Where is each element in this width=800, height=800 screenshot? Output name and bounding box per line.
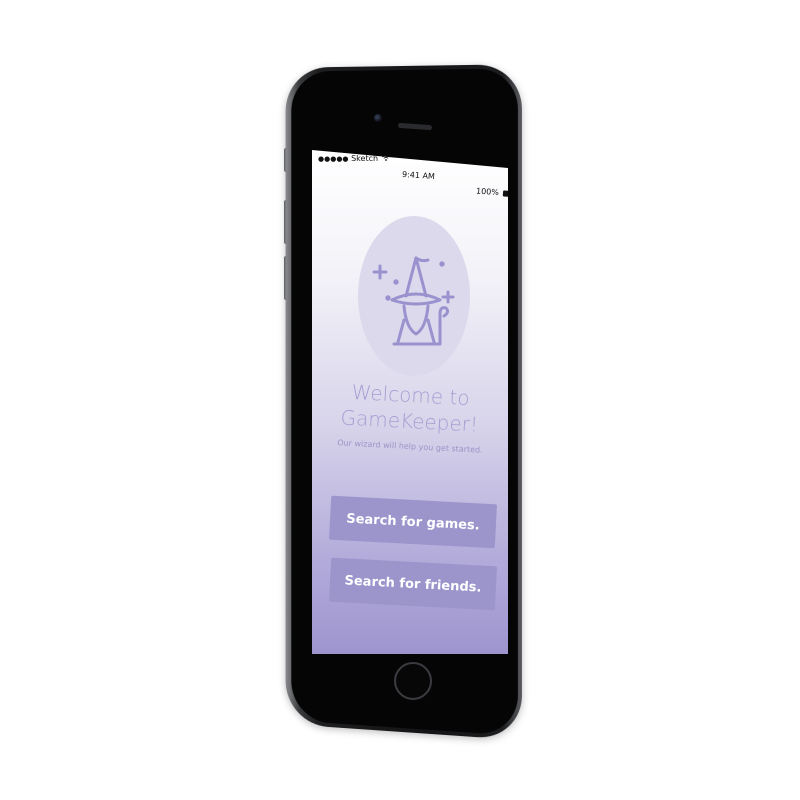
battery-indicator: 100%	[476, 187, 508, 199]
search-games-button[interactable]: Search for games.	[328, 495, 498, 549]
welcome-title: Welcome to GameKeeper!	[312, 377, 508, 439]
welcome-subtitle: Our wizard will help you get started.	[337, 438, 483, 455]
front-camera-icon	[374, 114, 382, 122]
battery-icon	[503, 189, 508, 197]
hero-badge	[358, 216, 470, 376]
search-friends-button[interactable]: Search for friends.	[328, 557, 498, 611]
wizard-icon	[366, 236, 462, 356]
device-mockup: ●●●●● Sketch 9:41 AM 100% Welcome to Gam…	[0, 0, 800, 800]
status-time: 9:41 AM	[401, 169, 436, 182]
battery-percent: 100%	[475, 186, 500, 198]
signal-strength-icon: ●●●●●	[318, 155, 349, 163]
app-screen: ●●●●● Sketch 9:41 AM 100% Welcome to Gam…	[312, 150, 508, 654]
home-button[interactable]	[394, 662, 432, 700]
